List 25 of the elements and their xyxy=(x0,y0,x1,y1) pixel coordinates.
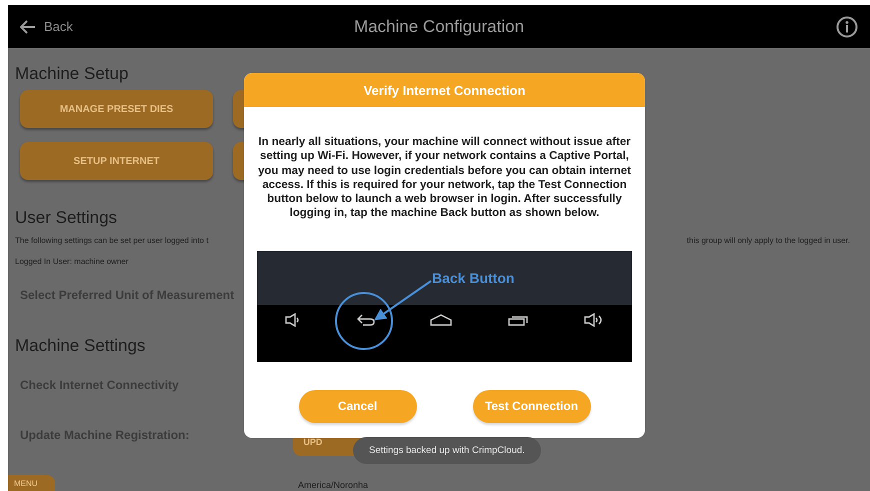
screen-title: Machine Configuration xyxy=(352,16,526,36)
volume-down-icon xyxy=(284,313,301,327)
home-icon xyxy=(430,314,452,326)
back-icon xyxy=(356,314,375,326)
dialog-title: Verify Internet Connection xyxy=(244,73,645,107)
test-connection-button[interactable]: Test Connection xyxy=(472,390,590,422)
cancel-button[interactable]: Cancel xyxy=(298,390,416,422)
section-heading: User Settings xyxy=(15,208,118,228)
info-icon[interactable] xyxy=(836,16,858,38)
toast-message: Settings backed up with CrimpCloud. xyxy=(353,437,541,464)
setup-button[interactable]: SETUP INTERNET xyxy=(20,142,213,180)
back-link[interactable]: Back xyxy=(20,19,140,34)
back-arrow-icon xyxy=(20,20,36,34)
dialog-message: In nearly all situations, your machine will connect without issue after setting up Wi-Fi. However, if your network contains a Captive Portal, you may need to use login credentials before you can obtain internet access. If this is required for your network, tap the Test Connection button below to launch a web browser in login. After successfully logging in, tap the machine Back button as shown below. xyxy=(257,135,632,220)
description-text: The following settings can be set per user logged into t xyxy=(15,236,208,245)
setup-button[interactable]: MANAGE PRESET DIES xyxy=(20,90,213,128)
description-text: this group will only apply to the logged in user. xyxy=(686,236,850,245)
back-button-label: Back Button xyxy=(432,270,514,286)
section-heading: Machine Setup xyxy=(15,64,128,84)
menu-tab[interactable]: MENU xyxy=(8,475,55,491)
section-heading: Machine Settings xyxy=(15,336,146,356)
recents-icon xyxy=(508,314,528,326)
logged-in-user-text: Logged In User: machine owner xyxy=(15,257,130,266)
timezone-value: America/Noronha xyxy=(298,480,368,491)
volume-up-icon xyxy=(584,313,604,327)
